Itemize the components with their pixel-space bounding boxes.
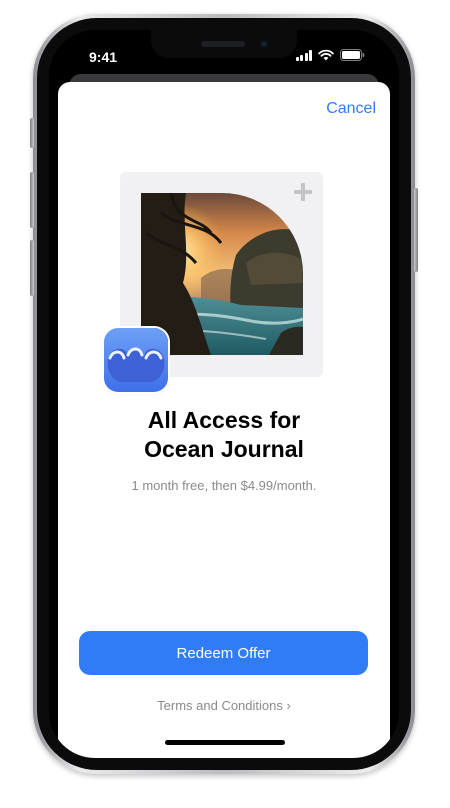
home-indicator[interactable] <box>165 740 285 745</box>
wifi-icon <box>318 49 334 61</box>
battery-icon <box>340 49 365 61</box>
silent-switch <box>30 118 34 148</box>
cancel-button[interactable]: Cancel <box>326 100 376 118</box>
plus-icon <box>294 183 312 201</box>
offer-sheet: Cancel All Access for Ocean Journal 1 mo… <box>58 82 390 758</box>
terms-and-conditions-link[interactable]: Terms and Conditions › <box>58 698 390 713</box>
offer-title-line-2: Ocean Journal <box>144 436 304 462</box>
chevron-right-icon: › <box>286 698 291 713</box>
volume-down-button <box>30 240 34 296</box>
earpiece-speaker <box>201 41 245 47</box>
power-button <box>414 188 418 272</box>
ocean-journal-app-icon <box>104 328 168 392</box>
volume-up-button <box>30 172 34 228</box>
offer-subtitle: 1 month free, then $4.99/month. <box>131 478 317 493</box>
status-icons <box>295 49 366 61</box>
phone-screen: 9:41 Cancel All Access for Ocean Journal… <box>49 30 399 758</box>
redeem-offer-button[interactable]: Redeem Offer <box>79 631 368 675</box>
coastal-sunset-photo <box>141 193 303 355</box>
offer-title: All Access for Ocean Journal <box>58 406 390 464</box>
offer-title-line-1: All Access for <box>147 407 301 433</box>
front-camera <box>259 39 269 49</box>
notch <box>151 30 297 58</box>
terms-label: Terms and Conditions <box>157 698 283 713</box>
cellular-signal-icon <box>295 49 312 61</box>
status-time: 9:41 <box>89 49 118 65</box>
